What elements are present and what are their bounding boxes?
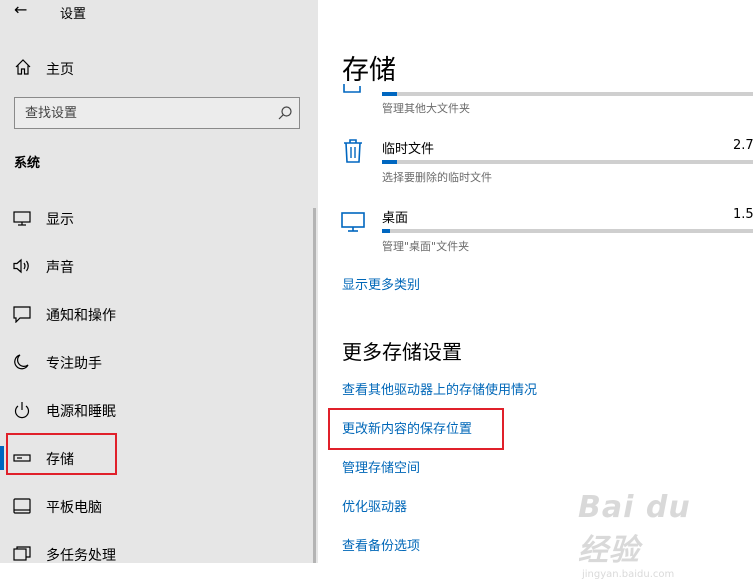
category-description: 管理"桌面"文件夹 <box>382 240 470 253</box>
search-icon[interactable] <box>277 105 293 121</box>
search-input[interactable] <box>15 98 275 128</box>
watermark-url: jingyan.baidu.com <box>582 569 675 580</box>
sidebar-item-label: 显示 <box>46 212 74 228</box>
selection-indicator <box>0 446 4 470</box>
multitask-icon <box>13 546 31 561</box>
sidebar-item-notifications[interactable]: 通知和操作 <box>0 295 318 333</box>
usage-bar <box>382 92 753 96</box>
category-size: 1.50 <box>733 207 753 222</box>
storage-category-temp-files[interactable]: 临时文件 2.78 选择要删除的临时文件 <box>318 138 753 198</box>
usage-bar <box>382 160 753 164</box>
back-arrow-icon[interactable]: ← <box>14 0 27 19</box>
sidebar-item-label: 电源和睡眠 <box>46 404 116 420</box>
storage-category-desktop[interactable]: 桌面 1.50 管理"桌面"文件夹 <box>318 207 753 267</box>
storage-page: 存储 管理其他大文件夹 临时文件 2.78 选择要删除的临时文件 桌面 1.50 <box>318 0 753 563</box>
tablet-icon <box>13 498 31 514</box>
more-storage-settings-heading: 更多存储设置 <box>342 340 462 364</box>
section-label-system: 系统 <box>14 156 41 171</box>
monitor-icon <box>13 211 31 226</box>
storage-category-other[interactable]: 管理其他大文件夹 <box>318 78 753 138</box>
trash-icon <box>344 139 362 163</box>
sidebar-item-label: 专注助手 <box>46 356 102 372</box>
category-description: 选择要删除的临时文件 <box>382 171 492 184</box>
search-box[interactable] <box>14 97 300 129</box>
usage-bar-fill <box>382 92 398 96</box>
sidebar-scrollbar[interactable] <box>313 208 316 563</box>
sidebar-item-multitasking[interactable]: 多任务处理 <box>0 535 318 563</box>
usage-bar-fill <box>382 229 390 233</box>
home-nav-item[interactable]: 主页 <box>0 52 318 84</box>
title-bar: ← 设置 <box>0 0 318 24</box>
sidebar-item-focus-assist[interactable]: 专注助手 <box>0 343 318 381</box>
window-title: 设置 <box>60 7 87 22</box>
sidebar-item-sound[interactable]: 声音 <box>0 247 318 285</box>
highlight-box-save-location <box>328 408 504 450</box>
category-name: 临时文件 <box>382 142 435 157</box>
view-other-drives-link[interactable]: 查看其他驱动器上的存储使用情况 <box>342 379 537 398</box>
folder-icon <box>343 84 361 93</box>
usage-bar-fill <box>382 160 398 164</box>
category-description: 管理其他大文件夹 <box>382 102 470 115</box>
backup-options-link[interactable]: 查看备份选项 <box>342 535 420 554</box>
sidebar-item-power[interactable]: 电源和睡眠 <box>0 391 318 429</box>
category-name: 桌面 <box>382 211 409 226</box>
sidebar-item-display[interactable]: 显示 <box>0 199 318 237</box>
power-icon <box>14 402 30 419</box>
usage-bar <box>382 229 753 233</box>
home-label: 主页 <box>46 62 74 78</box>
sidebar-item-label: 通知和操作 <box>46 308 116 324</box>
show-more-categories-link[interactable]: 显示更多类别 <box>342 274 420 293</box>
sidebar-item-label: 平板电脑 <box>46 500 102 516</box>
sidebar-item-label: 声音 <box>46 260 74 276</box>
notification-icon <box>13 306 31 323</box>
sidebar-item-tablet[interactable]: 平板电脑 <box>0 487 318 525</box>
desktop-icon <box>341 212 365 232</box>
highlight-box-storage <box>6 433 117 475</box>
category-size: 2.78 <box>733 138 753 153</box>
manage-storage-spaces-link[interactable]: 管理存储空间 <box>342 457 420 476</box>
settings-sidebar: ← 设置 主页 系统 显示 声音 <box>0 0 318 563</box>
optimize-drives-link[interactable]: 优化驱动器 <box>342 496 407 515</box>
moon-icon <box>14 354 29 370</box>
sidebar-item-label: 多任务处理 <box>46 548 116 563</box>
speaker-icon <box>13 258 29 274</box>
home-icon <box>15 59 31 75</box>
